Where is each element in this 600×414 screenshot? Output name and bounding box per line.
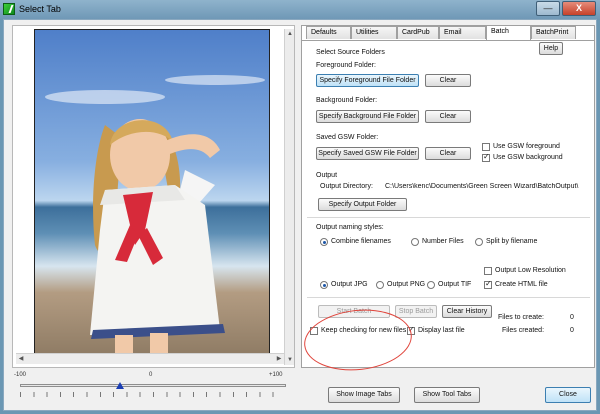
output-directory-value: C:\Users\kenc\Documents\Green Screen Wiz… <box>385 183 579 190</box>
number-files-radio[interactable] <box>411 238 419 246</box>
output-tif-label: Output TIF <box>438 281 472 288</box>
files-to-create-value: 0 <box>570 314 574 321</box>
slider-track[interactable] <box>20 384 286 387</box>
output-directory-label: Output Directory: <box>320 183 373 190</box>
use-gsw-foreground-label: Use GSW foreground <box>493 143 560 150</box>
slider-mid-label: 0 <box>149 372 153 378</box>
scroll-right-icon[interactable]: ▶ <box>274 354 284 364</box>
title-bar: Select Tab — X <box>0 0 600 19</box>
image-preview-panel: ▲ ▼ ◀ ▶ <box>12 25 295 368</box>
close-button[interactable]: Close <box>545 387 591 403</box>
slider-max-label: +100 <box>269 372 283 378</box>
tab-utilities[interactable]: Utilities <box>351 26 397 39</box>
clear-background-button[interactable]: Clear <box>425 110 471 123</box>
split-by-filename-radio[interactable] <box>475 238 483 246</box>
files-created-value: 0 <box>570 327 574 334</box>
scroll-down-icon[interactable]: ▼ <box>285 355 295 365</box>
select-source-heading: Select Source Folders <box>316 49 385 56</box>
create-html-label: Create HTML file <box>495 281 548 288</box>
files-created-label: Files created: <box>502 327 545 334</box>
use-gsw-foreground-checkbox[interactable] <box>482 143 490 151</box>
batch-tab-content: Help Select Source Folders Foreground Fo… <box>301 40 594 376</box>
combine-filenames-label: Combine filenames <box>331 238 391 245</box>
output-png-label: Output PNG <box>387 281 426 288</box>
child-figure <box>90 119 225 358</box>
scroll-left-icon[interactable]: ◀ <box>16 354 26 364</box>
files-to-create-label: Files to create: <box>498 314 544 321</box>
divider <box>307 217 590 218</box>
tab-batch[interactable]: Batch <box>486 25 531 40</box>
output-naming-label: Output naming styles: <box>316 224 384 231</box>
minimize-button[interactable]: — <box>536 1 560 16</box>
use-gsw-background-checkbox[interactable] <box>482 152 490 162</box>
clear-saved-gsw-button[interactable]: Clear <box>425 147 471 160</box>
clear-foreground-button[interactable]: Clear <box>425 74 471 87</box>
adjustment-slider: -100 0 +100 <box>12 372 295 408</box>
create-html-checkbox[interactable] <box>484 279 492 289</box>
specify-output-folder-button[interactable]: Specify Output Folder <box>318 198 407 211</box>
show-tool-tabs-button[interactable]: Show Tool Tabs <box>414 387 480 403</box>
window-title: Select Tab <box>19 4 61 14</box>
number-files-label: Number Files <box>422 238 464 245</box>
slider-ticks <box>20 392 286 397</box>
tab-email[interactable]: Email <box>439 26 486 39</box>
divider <box>307 297 590 298</box>
stop-batch-button[interactable]: Stop Batch <box>395 305 437 318</box>
foreground-folder-label: Foreground Folder: <box>316 62 376 69</box>
output-heading: Output <box>316 172 338 179</box>
dialog-client-area: ▲ ▼ ◀ ▶ -100 0 +100 Defaults Utilities C… <box>3 19 597 411</box>
output-jpg-label: Output JPG <box>331 281 368 288</box>
close-window-button[interactable]: X <box>562 1 596 16</box>
app-icon <box>3 3 15 15</box>
output-png-radio[interactable] <box>376 281 384 289</box>
scroll-up-icon[interactable]: ▲ <box>285 29 295 39</box>
tab-strip: Defaults Utilities CardPub Email Batch B… <box>302 25 596 40</box>
slider-thumb[interactable] <box>115 382 124 389</box>
combine-filenames-radio[interactable] <box>320 238 328 246</box>
tool-tabs-panel: Defaults Utilities CardPub Email Batch B… <box>301 25 596 376</box>
specify-background-button[interactable]: Specify Background File Folder <box>316 110 419 123</box>
tab-defaults[interactable]: Defaults <box>306 26 351 39</box>
output-tif-radio[interactable] <box>427 281 435 289</box>
split-by-filename-label: Split by filename <box>486 238 538 245</box>
tab-cardpub[interactable]: CardPub <box>397 26 439 39</box>
horizontal-scrollbar[interactable]: ◀ ▶ <box>16 353 284 364</box>
preview-image <box>34 29 270 359</box>
saved-gsw-folder-label: Saved GSW Folder: <box>316 134 379 141</box>
show-image-tabs-button[interactable]: Show Image Tabs <box>328 387 400 403</box>
slider-min-label: -100 <box>14 372 27 378</box>
output-jpg-radio[interactable] <box>320 281 328 289</box>
help-button[interactable]: Help <box>539 42 563 55</box>
display-last-file-label: Display last file <box>418 327 465 334</box>
specify-saved-gsw-button[interactable]: Specify Saved GSW File Folder <box>316 147 419 160</box>
output-low-resolution-checkbox[interactable] <box>484 267 492 275</box>
use-gsw-background-label: Use GSW background <box>493 154 563 161</box>
background-folder-label: Background Folder: <box>316 97 378 104</box>
output-low-resolution-label: Output Low Resolution <box>495 267 566 274</box>
vertical-scrollbar[interactable]: ▲ ▼ <box>284 29 294 365</box>
clear-history-button[interactable]: Clear History <box>442 305 492 318</box>
specify-foreground-button[interactable]: Specify Foreground File Folder <box>316 74 419 87</box>
tab-batchprint[interactable]: BatchPrint <box>531 26 576 39</box>
